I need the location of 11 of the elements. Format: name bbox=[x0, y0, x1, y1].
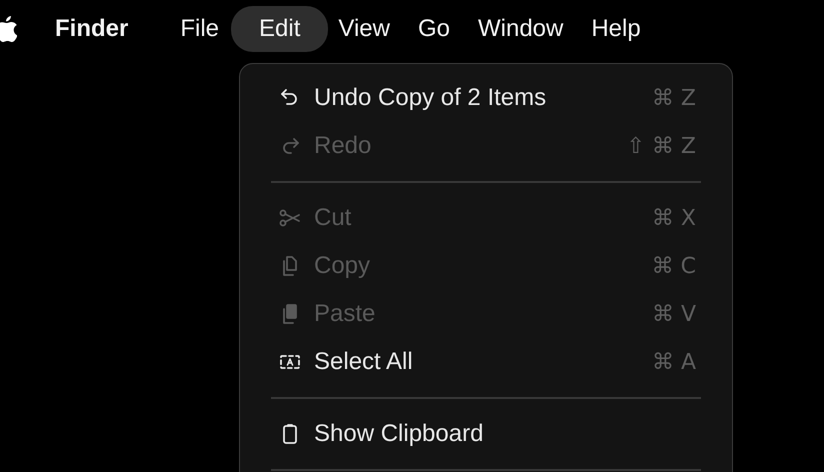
menu-bar-item[interactable]: View bbox=[328, 6, 400, 52]
menu-bar-item[interactable]: Window bbox=[468, 6, 574, 52]
menu-bar-item[interactable]: Go bbox=[408, 6, 460, 52]
app-name-menu[interactable]: Finder bbox=[55, 15, 128, 43]
menu-item[interactable]: Show Clipboard bbox=[271, 410, 701, 458]
menu-item[interactable]: Undo Copy of 2 Items ⌘ Z bbox=[271, 74, 701, 122]
menu-item[interactable]: Select All ⌘ A bbox=[271, 338, 701, 386]
apple-icon[interactable] bbox=[0, 16, 17, 42]
menu-bar-item[interactable]: Edit bbox=[231, 6, 328, 52]
menu-bar-item[interactable]: File bbox=[170, 6, 230, 52]
menu-bar-item[interactable]: Help bbox=[581, 6, 651, 52]
